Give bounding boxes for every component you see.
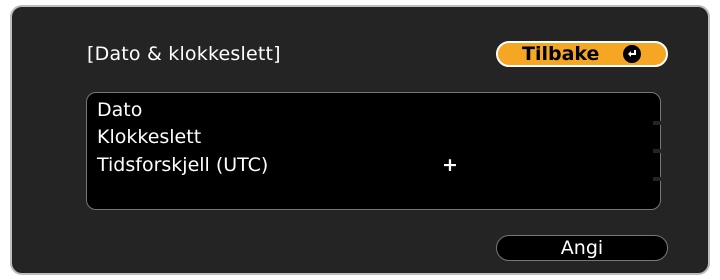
date-time-dialog: [Dato & klokkeslett] Tilbake Dato Klokke… <box>10 5 710 275</box>
settings-list: Dato Klokkeslett Tidsforskjell (UTC) + <box>86 92 661 210</box>
dialog-title: [Dato & klokkeslett] <box>87 43 281 65</box>
set-button[interactable]: Angi <box>496 235 668 261</box>
enter-icon <box>623 45 642 63</box>
back-button[interactable]: Tilbake <box>496 41 668 67</box>
list-item-value: + <box>442 154 458 176</box>
list-item-time-difference[interactable]: Tidsforskjell (UTC) + <box>97 152 458 178</box>
row-divider <box>653 177 661 181</box>
list-item-label: Tidsforskjell (UTC) <box>97 154 269 176</box>
list-item-label: Klokkeslett <box>97 126 202 148</box>
list-item-label: Dato <box>97 99 143 121</box>
back-button-label: Tilbake <box>522 43 600 65</box>
row-divider <box>653 121 661 125</box>
list-item-time[interactable]: Klokkeslett <box>97 124 201 150</box>
row-divider <box>653 149 661 153</box>
list-item-date[interactable]: Dato <box>97 97 142 123</box>
